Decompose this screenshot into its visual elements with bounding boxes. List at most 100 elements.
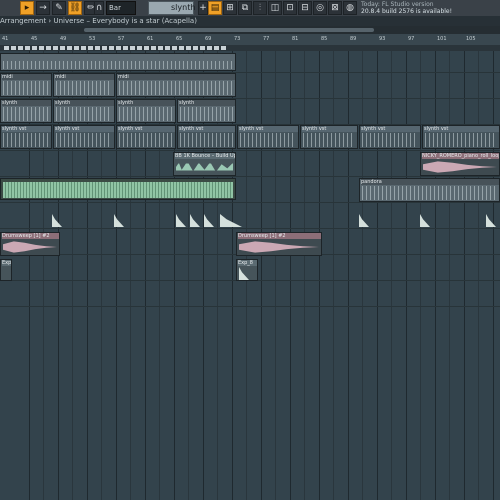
- audio-clip[interactable]: Drumsweep [1] #2: [0, 232, 60, 256]
- time-marker[interactable]: [179, 46, 184, 50]
- waveform: [423, 161, 497, 173]
- drum-hit-clip[interactable]: [220, 214, 242, 227]
- audio-clip[interactable]: Drumsweep [1] #2: [236, 232, 322, 256]
- time-marker[interactable]: [158, 46, 163, 50]
- pattern-clip[interactable]: slynth: [0, 99, 52, 123]
- horizontal-scrollbar[interactable]: [0, 26, 500, 34]
- add-pattern-icon[interactable]: +: [198, 1, 208, 15]
- gridline: [290, 51, 291, 500]
- news-panel[interactable]: Today: FL Studio version 20.8.4 build 25…: [361, 0, 500, 17]
- mixer-icon[interactable]: ⫶: [253, 1, 267, 15]
- toolbar: ▸ → ✎ ⛓ ✏ ∩ Bar slynth + ▤ ⊞ ⧉ ⫶ ◫ ⊡ ⊟ ◎…: [0, 0, 500, 17]
- tempo-icon[interactable]: ▸: [20, 1, 34, 15]
- pattern-clip[interactable]: slynth vst: [0, 125, 52, 149]
- time-marker[interactable]: [165, 46, 170, 50]
- playlist-icon[interactable]: ▤: [208, 1, 222, 15]
- clip-label: Exp_8: [238, 260, 257, 266]
- audio-clip[interactable]: [0, 178, 236, 200]
- snap-select[interactable]: Bar: [106, 1, 136, 15]
- pattern-clip[interactable]: pandora: [359, 178, 500, 202]
- project-icon[interactable]: ⊟: [298, 1, 312, 15]
- time-marker[interactable]: [74, 46, 79, 50]
- time-marker[interactable]: [130, 46, 135, 50]
- time-marker[interactable]: [221, 46, 226, 50]
- time-marker[interactable]: [144, 46, 149, 50]
- pattern-clip[interactable]: midi: [116, 73, 236, 97]
- touch-icon[interactable]: ◎: [313, 1, 327, 15]
- pattern-clip[interactable]: slynth: [53, 99, 115, 123]
- piano-roll-icon[interactable]: ⧉: [238, 1, 252, 15]
- gridline: [420, 51, 421, 500]
- drum-hit-clip[interactable]: [190, 214, 200, 227]
- scrollbar-thumb[interactable]: [84, 28, 374, 32]
- audio-clip[interactable]: Exp_8: [236, 259, 258, 281]
- drum-hit-clip[interactable]: [204, 214, 214, 227]
- pattern-clip[interactable]: midi: [53, 73, 115, 97]
- notes-preview: [362, 186, 497, 200]
- draw-icon[interactable]: ✎: [52, 1, 66, 15]
- notes-preview: [240, 133, 296, 147]
- news-icon[interactable]: ◍: [343, 1, 357, 15]
- drum-hit-clip[interactable]: [359, 214, 369, 227]
- time-marker[interactable]: [123, 46, 128, 50]
- audio-clip[interactable]: NICKY_ROMERO_piano_roll_loop: [420, 152, 500, 176]
- drum-hit-clip[interactable]: [176, 214, 186, 227]
- playlist-area[interactable]: midi midi midi slynth slynth slynth slyn…: [0, 51, 500, 500]
- drum-hit-clip[interactable]: [420, 214, 430, 227]
- gridline: [261, 51, 262, 500]
- template-icon[interactable]: ⊠: [328, 1, 342, 15]
- pattern-clip[interactable]: [0, 53, 236, 71]
- time-marker[interactable]: [53, 46, 58, 50]
- pattern-clip[interactable]: slynth vst: [116, 125, 176, 149]
- browser-icon[interactable]: ◫: [268, 1, 282, 15]
- time-marker[interactable]: [102, 46, 107, 50]
- clip-label: slynth: [179, 100, 235, 106]
- next-arrow-icon[interactable]: →: [36, 1, 50, 15]
- time-marker[interactable]: [32, 46, 37, 50]
- time-marker[interactable]: [151, 46, 156, 50]
- pattern-clip[interactable]: slynth: [116, 99, 176, 123]
- plugin-picker-icon[interactable]: ⊡: [283, 1, 297, 15]
- pattern-clip[interactable]: slynth: [177, 99, 236, 123]
- time-marker[interactable]: [4, 46, 9, 50]
- time-marker[interactable]: [18, 46, 23, 50]
- time-marker[interactable]: [214, 46, 219, 50]
- link-icon[interactable]: ⛓: [68, 1, 82, 15]
- audio-clip[interactable]: BB 1K Bounce – Build Up: [173, 152, 236, 176]
- pattern-clip[interactable]: slynth vst: [53, 125, 115, 149]
- time-marker[interactable]: [60, 46, 65, 50]
- time-marker[interactable]: [116, 46, 121, 50]
- time-marker[interactable]: [172, 46, 177, 50]
- time-marker[interactable]: [11, 46, 16, 50]
- audio-clip[interactable]: Exp_8: [0, 259, 12, 281]
- time-marker[interactable]: [46, 46, 51, 50]
- time-marker[interactable]: [25, 46, 30, 50]
- time-marker[interactable]: [67, 46, 72, 50]
- pattern-clip[interactable]: slynth vst: [359, 125, 421, 149]
- notes-preview: [119, 107, 173, 121]
- pattern-clip[interactable]: slynth vst: [300, 125, 358, 149]
- magnet-icon[interactable]: ∩: [94, 1, 104, 15]
- waveform: [176, 161, 233, 172]
- track-divider: [0, 306, 500, 307]
- time-marker[interactable]: [137, 46, 142, 50]
- time-marker[interactable]: [39, 46, 44, 50]
- time-marker[interactable]: [193, 46, 198, 50]
- clip-label: slynth vst: [424, 126, 499, 132]
- drum-hit-clip[interactable]: [52, 214, 62, 227]
- pattern-clip[interactable]: midi: [0, 73, 52, 97]
- time-marker[interactable]: [207, 46, 212, 50]
- time-marker[interactable]: [95, 46, 100, 50]
- pattern-selector[interactable]: slynth: [148, 1, 195, 15]
- time-marker[interactable]: [109, 46, 114, 50]
- time-marker[interactable]: [88, 46, 93, 50]
- pattern-clip[interactable]: slynth vst: [422, 125, 500, 149]
- time-marker[interactable]: [81, 46, 86, 50]
- drum-hit-clip[interactable]: [486, 214, 496, 227]
- bar-number: 89: [350, 36, 357, 42]
- time-marker[interactable]: [200, 46, 205, 50]
- channel-rack-icon[interactable]: ⊞: [223, 1, 237, 15]
- pattern-clip[interactable]: slynth vst: [177, 125, 236, 149]
- pattern-clip[interactable]: slynth vst: [237, 125, 299, 149]
- time-marker[interactable]: [186, 46, 191, 50]
